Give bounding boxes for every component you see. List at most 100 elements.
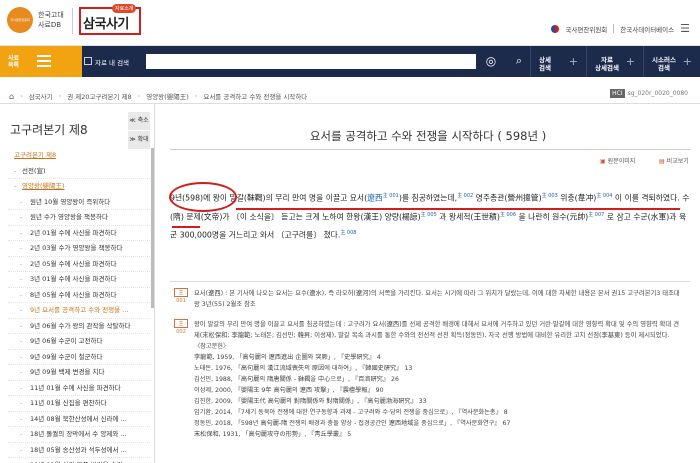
footnote-link[interactable]: 主 001: [383, 193, 399, 199]
footnote-link[interactable]: 主 004: [596, 193, 612, 199]
document-code-value: sg_020r_0020_0080: [627, 90, 688, 97]
breadcrumb-item-article[interactable]: 요서를 공격하고 수와 전쟁을 시작하다: [203, 91, 307, 101]
sidebar-tree-item[interactable]: -19년 02월 신라 북쪽 변경을 습격...: [8, 458, 150, 463]
sidebar-tree-item[interactable]: -9년 요서를 공격하고 수와 전쟁을 ...: [8, 303, 150, 319]
sidebar-tree-item[interactable]: 고구려본기 제8: [8, 148, 150, 164]
sidebar-tree-item[interactable]: -8년 05월 수에 사신을 파견하다: [8, 288, 150, 303]
sidebar-tree-label: 18년 돌궐의 장막에서 수 양제와 ...: [30, 430, 127, 438]
sidebar-tree-item[interactable]: -18년 05월 송산성과 석두성에서 ...: [8, 443, 150, 458]
annotation-circle: [169, 182, 237, 212]
logo-line2: 사료DB: [38, 21, 62, 29]
sidebar-tree-label: 9년 09월 수군이 철군하다: [30, 352, 103, 361]
korea-emblem-icon: [551, 24, 560, 33]
sidebar-tree-item[interactable]: -9년 06월 수군이 고전하다: [8, 334, 150, 350]
original-image-button[interactable]: ▣ 원문이미지: [600, 156, 635, 165]
intro-badge[interactable]: 자료소개: [112, 4, 137, 13]
institution-seal-logo[interactable]: 국사편찬위원회: [7, 7, 33, 33]
footnote-body: 왕이 말갈의 무리 만여 명을 이끌고 요서를 침공하였는데 : 고구려가 요서…: [194, 321, 679, 340]
reference-item: 임기환, 2014, 「7세기 동북아 전쟁에 대한 연구동향과 과제 - 고구…: [194, 409, 508, 417]
detail-search-label: 상세 검색: [539, 56, 551, 72]
org-link[interactable]: 국사편찬위원회: [565, 24, 607, 34]
reference-item: 김선민, 1988, 「高句麗의 隋唐關係 - 靺鞨을 中心으로」, 『百濟硏究…: [194, 376, 399, 384]
text-segment: 위충(韋冲): [557, 193, 597, 203]
footnote-tag[interactable]: 主 002: [174, 319, 188, 335]
tree-dash-icon: -: [20, 414, 23, 423]
collapse-button[interactable]: ≪ 축소: [128, 112, 150, 130]
sidebar-tree-label: 2년 05월 수에 사신을 파견하다: [30, 259, 117, 268]
tree-dash-icon: -: [20, 244, 23, 252]
sidebar-tree-label: 11년 01월 신집을 편찬하다: [30, 399, 107, 407]
footnote-link[interactable]: 主 007: [588, 212, 604, 218]
document-code: HCI sg_020r_0020_0080: [610, 89, 688, 98]
footnote-link[interactable]: 主 003: [542, 193, 558, 199]
sidebar: 고구려본기 제8 ≪ 축소 ≫ 확대 고구려본기 제8- 선전(宣) - 영양왕(嬰陽…: [0, 104, 155, 463]
material-detail-search-label: 자료 상세검색: [595, 56, 619, 72]
detail-search-button[interactable]: 상세 검색 +: [530, 46, 586, 77]
sidebar-tree-item[interactable]: -2년 01월 수에 사신을 파견하다: [8, 226, 150, 241]
breadcrumb: ⌂ › 삼국사기 › 권 제20고구려본기 제8 › 영양왕(嬰陽王) › 요서…: [0, 86, 700, 104]
globe-icon[interactable]: ◎: [484, 54, 498, 68]
sidebar-tree-label: 원년 수가 영양왕을 책봉하다: [30, 213, 108, 221]
footnote-link[interactable]: 主 002: [457, 193, 473, 199]
inside-search-checkbox[interactable]: [84, 57, 92, 65]
sidebar-tree-item[interactable]: -9년 09월 수군이 철군하다: [8, 350, 150, 365]
tree-dash-icon: -: [20, 399, 23, 407]
db-link[interactable]: 한국사데이터베이스: [620, 24, 674, 34]
hci-badge: HCI: [610, 89, 625, 98]
sidebar-tree-item[interactable]: -11년 01월 수에 사신을 파견하다: [8, 381, 150, 396]
tree-dash-icon: -: [14, 166, 17, 175]
seal-text: 국사편찬위원회: [10, 18, 30, 22]
sidebar-tree-item[interactable]: -9년 09월 백제 변경을 치다: [8, 365, 150, 381]
sidebar-tree-item[interactable]: -9년 06월 수가 왕의 관작을 삭탈하다: [8, 319, 150, 334]
annotation-underline: [236, 208, 680, 210]
tree-dash-icon: -: [20, 430, 23, 438]
sidebar-tree-item[interactable]: -18년 돌궐의 장막에서 수 양제와 ...: [8, 427, 150, 443]
tree-dash-icon: -: [20, 275, 23, 283]
sidebar-tree-item[interactable]: - 원년 수가 영양왕을 책봉하다: [8, 210, 150, 226]
plus-icon: +: [568, 55, 578, 68]
sidebar-tree-item[interactable]: -11년 01월 신집을 편찬하다: [8, 396, 150, 412]
search-input[interactable]: [146, 54, 476, 69]
tree-dash-icon: -: [20, 368, 23, 376]
references-title: 〈참고문헌〉: [194, 343, 230, 351]
plus-icon: +: [682, 55, 692, 68]
sidebar-tree-label: 14년 08월 북한산성에서 신라에 ...: [30, 414, 127, 423]
sidebar-tree-item[interactable]: -2년 05월 수에 사신을 파견하다: [8, 257, 150, 272]
search-icon[interactable]: ⌕: [512, 54, 526, 68]
sidebar-scrollbar[interactable]: [151, 148, 154, 308]
footnote-link[interactable]: 主 006: [500, 212, 516, 218]
footnote-link[interactable]: 主 005: [421, 212, 437, 218]
footnote-tag[interactable]: 主 001: [174, 288, 188, 304]
thesaurus-search-button[interactable]: 시소러스 검색 +: [643, 46, 700, 77]
site-logo-text[interactable]: 한국고대 사료DB: [38, 10, 64, 30]
expand-button[interactable]: ≫ 확대: [128, 131, 150, 149]
sidebar-tree-item[interactable]: -2년 03월 수가 영양왕을 책봉하다: [8, 241, 150, 257]
home-icon[interactable]: ⌂: [9, 92, 14, 101]
sidebar-tree-label: 3년 01월 수에 사신을 파견하다: [30, 275, 117, 283]
tree-dash-icon: -: [14, 182, 17, 190]
text-segment: 과 왕세적(王世積): [436, 212, 500, 222]
compare-view-button[interactable]: ▤ 비교보기: [659, 156, 689, 165]
material-detail-search-button[interactable]: 자료 상세검색 +: [586, 46, 643, 77]
breadcrumb-item-book[interactable]: 삼국사기: [29, 91, 53, 101]
source-list-label: 사료 목록: [8, 55, 19, 69]
translated-text: 9년(598)에 왕이 말갈(靺鞨)의 무리 만여 명을 이끌고 요서(遼西主 …: [170, 188, 690, 244]
footnote-link[interactable]: 主 008: [340, 230, 356, 236]
sidebar-title: 고구려본기 제8: [10, 123, 88, 137]
brand-title[interactable]: 삼국사기: [83, 13, 129, 32]
sidebar-tree-item[interactable]: -14년 08월 북한산성에서 신라에 ...: [8, 412, 150, 427]
sidebar-tree-label: 2년 01월 수에 사신을 파견하다: [30, 228, 117, 237]
breadcrumb-item-volume[interactable]: 권 제20고구려본기 제8: [67, 91, 131, 101]
sidebar-tree-item[interactable]: - 영양왕(嬰陽王): [8, 179, 150, 195]
footnote-2: 主 002 왕이 말갈의 무리 만여 명을 이끌고 요서를 침공하였는데 : 고…: [174, 319, 684, 440]
sidebar-tree-item[interactable]: - 원년 10월 영양왕이 즉위하다: [8, 195, 150, 210]
sidebar-tree-item[interactable]: -3년 01월 수에 사신을 파견하다: [8, 272, 150, 288]
place-name-link[interactable]: 遼西: [367, 194, 383, 203]
source-list-label-1: 사료: [8, 55, 20, 62]
tree-dash-icon: -: [20, 228, 23, 237]
source-list-button[interactable]: 사료 목록: [0, 46, 82, 77]
menu-grid-icon[interactable]: ☰: [680, 22, 690, 35]
original-image-label: 원문이미지: [607, 158, 636, 165]
sidebar-tree-item[interactable]: - 선전(宣): [8, 164, 150, 179]
breadcrumb-item-king[interactable]: 영양왕(嬰陽王): [146, 91, 189, 101]
